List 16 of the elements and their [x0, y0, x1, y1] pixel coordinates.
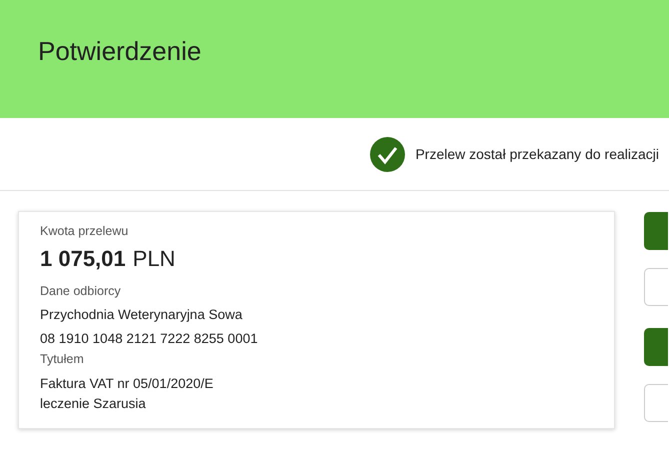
recipient-label: Dane odbiorcy: [40, 284, 121, 298]
amount-label: Kwota przelewu: [40, 224, 128, 238]
status-message: Przelew został przekazany do realizacji: [415, 146, 659, 162]
title-label: Tytułem: [40, 352, 84, 366]
action-button[interactable]: [644, 384, 668, 422]
action-button[interactable]: [644, 328, 668, 366]
transfer-title-line: leczenie Szarusia: [40, 395, 147, 413]
action-button[interactable]: [644, 268, 668, 306]
transfer-title-line: Faktura VAT nr 05/01/2020/E: [40, 375, 214, 393]
page-title: Potwierdzenie: [38, 36, 202, 67]
account-number: 08 1910 1048 2121 7222 8255 0001: [40, 331, 258, 346]
check-icon: [370, 136, 406, 172]
amount-value: 1 075,01: [40, 246, 126, 272]
action-button[interactable]: [644, 212, 668, 250]
currency: PLN: [132, 246, 176, 272]
recipient-name: Przychodnia Weterynaryjna Sowa: [40, 307, 242, 322]
